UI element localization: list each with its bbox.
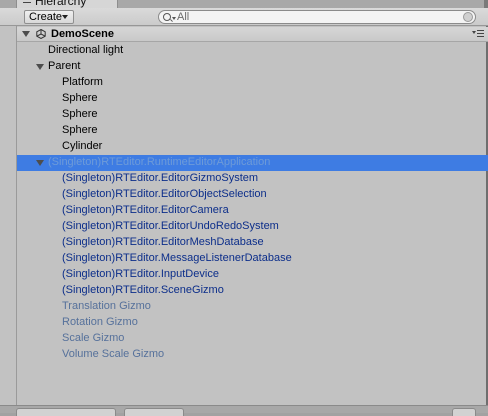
tree-row[interactable]: Sphere: [17, 91, 488, 107]
tree-row[interactable]: (Singleton)RTEditor.EditorCamera: [17, 203, 488, 219]
tree-row[interactable]: Platform: [17, 75, 488, 91]
fold-arrow-icon[interactable]: [36, 160, 44, 166]
tree-row-label: Volume Scale Gizmo: [62, 348, 165, 360]
tree-row-label: Sphere: [62, 124, 98, 136]
tree-row-label: (Singleton)RTEditor.EditorCamera: [62, 204, 229, 216]
tree-row-label: Cylinder: [62, 140, 103, 152]
tree-row[interactable]: Translation Gizmo: [17, 299, 488, 315]
tab-options[interactable]: [452, 408, 476, 416]
hierarchy-tab-icon: [23, 0, 31, 3]
tree-row[interactable]: Cylinder: [17, 139, 488, 155]
tab-project[interactable]: [16, 408, 116, 416]
scene-menu-icon[interactable]: [472, 30, 484, 39]
dropdown-arrow-icon: [62, 15, 68, 19]
tree-row-label: (Singleton)RTEditor.EditorMeshDatabase: [62, 236, 264, 248]
create-dropdown-button[interactable]: Create: [24, 10, 74, 24]
search-filter-arrow-icon[interactable]: [172, 17, 176, 20]
tree-row[interactable]: Sphere: [17, 123, 488, 139]
tree-row[interactable]: Parent: [17, 59, 488, 75]
tree-row[interactable]: Volume Scale Gizmo: [17, 347, 488, 363]
search-clear-icon[interactable]: [463, 12, 473, 22]
tab-hierarchy[interactable]: Hierarchy: [16, 0, 118, 8]
tree-row-label: Parent: [48, 60, 81, 72]
tree-row[interactable]: Sphere: [17, 107, 488, 123]
tree-row[interactable]: (Singleton)RTEditor.EditorObjectSelectio…: [17, 187, 488, 203]
tree-row-label: Platform: [62, 76, 103, 88]
tree-row-label: (Singleton)RTEditor.EditorUndoRedoSystem: [62, 220, 279, 232]
tab-strip: Hierarchy: [0, 0, 488, 8]
tree-row-label: (Singleton)RTEditor.InputDevice: [62, 268, 219, 280]
tree-row-selected[interactable]: (Singleton)RTEditor.RuntimeEditorApplica…: [17, 155, 488, 171]
tree-row-label: Translation Gizmo: [62, 300, 151, 312]
tree-row-label: (Singleton)RTEditor.MessageListenerDatab…: [62, 252, 292, 264]
tree-row-label: (Singleton)RTEditor.EditorObjectSelectio…: [62, 188, 267, 200]
bottom-tab-strip: [0, 405, 488, 416]
scene-name: DemoScene: [51, 28, 114, 40]
tree-row-label: (Singleton)RTEditor.EditorGizmoSystem: [62, 172, 259, 184]
tree-row[interactable]: (Singleton)RTEditor.SceneGizmo: [17, 283, 488, 299]
hierarchy-toolbar: Create: [0, 8, 488, 26]
search-input[interactable]: [177, 10, 457, 24]
tree-row-label: Rotation Gizmo: [62, 316, 138, 328]
scene-fold-arrow-icon[interactable]: [22, 31, 30, 37]
tree-row-label: Scale Gizmo: [62, 332, 125, 344]
unity-scene-icon: [36, 29, 46, 39]
tree-row[interactable]: Scale Gizmo: [17, 331, 488, 347]
tree-row[interactable]: Directional light: [17, 43, 488, 59]
tab-strip-edge: [484, 0, 488, 8]
tree-row-label: (Singleton)RTEditor.SceneGizmo: [62, 284, 224, 296]
create-label: Create: [29, 11, 63, 23]
tree-row[interactable]: (Singleton)RTEditor.EditorGizmoSystem: [17, 171, 488, 187]
tab-label: Hierarchy: [35, 0, 87, 8]
tab-console[interactable]: [124, 408, 184, 416]
fold-arrow-icon[interactable]: [36, 64, 44, 70]
tree-row[interactable]: Rotation Gizmo: [17, 315, 488, 331]
tree-row[interactable]: (Singleton)RTEditor.EditorUndoRedoSystem: [17, 219, 488, 235]
tree-row[interactable]: (Singleton)RTEditor.MessageListenerDatab…: [17, 251, 488, 267]
tree-row[interactable]: (Singleton)RTEditor.InputDevice: [17, 267, 488, 283]
tree-row-label: Directional light: [48, 44, 124, 56]
search-icon[interactable]: [163, 13, 171, 21]
tree-row-label: Sphere: [62, 92, 98, 104]
tree-row-label: (Singleton)RTEditor.RuntimeEditorApplica…: [48, 156, 271, 168]
scene-header[interactable]: DemoScene: [17, 27, 488, 42]
tree-row-label: Sphere: [62, 108, 98, 120]
hierarchy-window: Hierarchy Create DemoScene: [0, 0, 488, 416]
tree-row[interactable]: (Singleton)RTEditor.EditorMeshDatabase: [17, 235, 488, 251]
search-field[interactable]: [158, 10, 476, 24]
